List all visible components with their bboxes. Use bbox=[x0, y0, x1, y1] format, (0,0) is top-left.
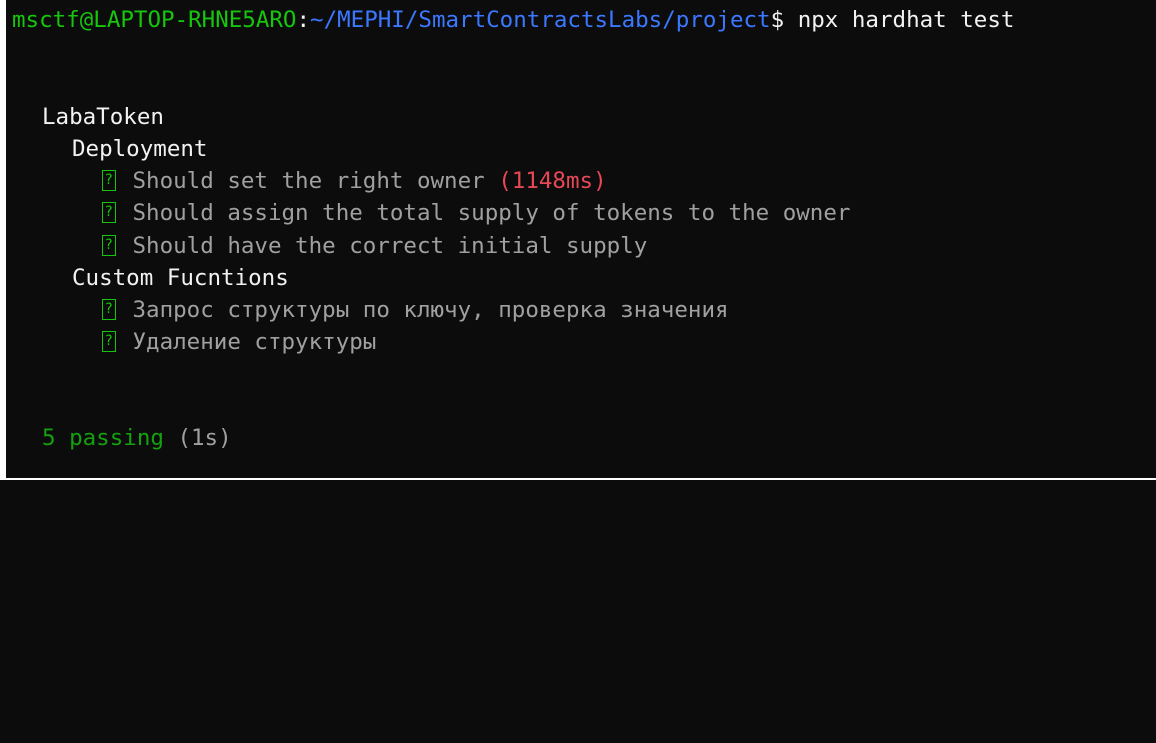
check-icon bbox=[102, 293, 116, 325]
command-text: npx hardhat test bbox=[784, 7, 1015, 33]
check-icon bbox=[102, 196, 116, 228]
check-icon bbox=[102, 229, 116, 261]
summary-line: 5 passing (1s) bbox=[42, 422, 232, 454]
prompt-symbol: $ bbox=[770, 7, 785, 33]
test-label: Should assign the total supply of tokens… bbox=[132, 200, 851, 226]
test-row: Should have the correct initial supply bbox=[101, 229, 648, 262]
test-label: Should set the right owner bbox=[132, 168, 485, 194]
prompt-path: ~/MEPHI/SmartContractsLabs/project bbox=[310, 7, 771, 33]
test-row: Should set the right owner (1148ms) bbox=[101, 164, 607, 197]
prompt-separator: : bbox=[296, 7, 311, 33]
test-label: Should have the correct initial supply bbox=[132, 233, 648, 259]
suite-title: LabaToken bbox=[42, 104, 164, 130]
test-label: Удаление структуры bbox=[132, 329, 377, 355]
total-time: (1s) bbox=[177, 425, 232, 451]
terminal-window: msctf@LAPTOP-RHNE5ARO:~/MEPHI/SmartContr… bbox=[0, 0, 1156, 480]
group-title-deployment: Deployment bbox=[72, 136, 208, 162]
test-label: Запрос структуры по ключу, проверка знач… bbox=[132, 297, 729, 323]
test-row: Запрос структуры по ключу, проверка знач… bbox=[101, 293, 729, 326]
terminal-output[interactable]: msctf@LAPTOP-RHNE5ARO:~/MEPHI/SmartContr… bbox=[6, 0, 1156, 478]
test-row: Удаление структуры bbox=[101, 325, 377, 358]
check-icon bbox=[102, 325, 116, 357]
group-title-custom-functions: Custom Fucntions bbox=[72, 265, 289, 291]
prompt-user-host: msctf@LAPTOP-RHNE5ARO bbox=[12, 7, 297, 33]
test-row: Should assign the total supply of tokens… bbox=[101, 196, 851, 229]
test-duration: (1148ms) bbox=[498, 168, 607, 194]
passing-count: 5 passing bbox=[42, 425, 164, 451]
check-icon bbox=[102, 164, 116, 196]
prompt-line: msctf@LAPTOP-RHNE5ARO:~/MEPHI/SmartContr… bbox=[12, 4, 1014, 36]
